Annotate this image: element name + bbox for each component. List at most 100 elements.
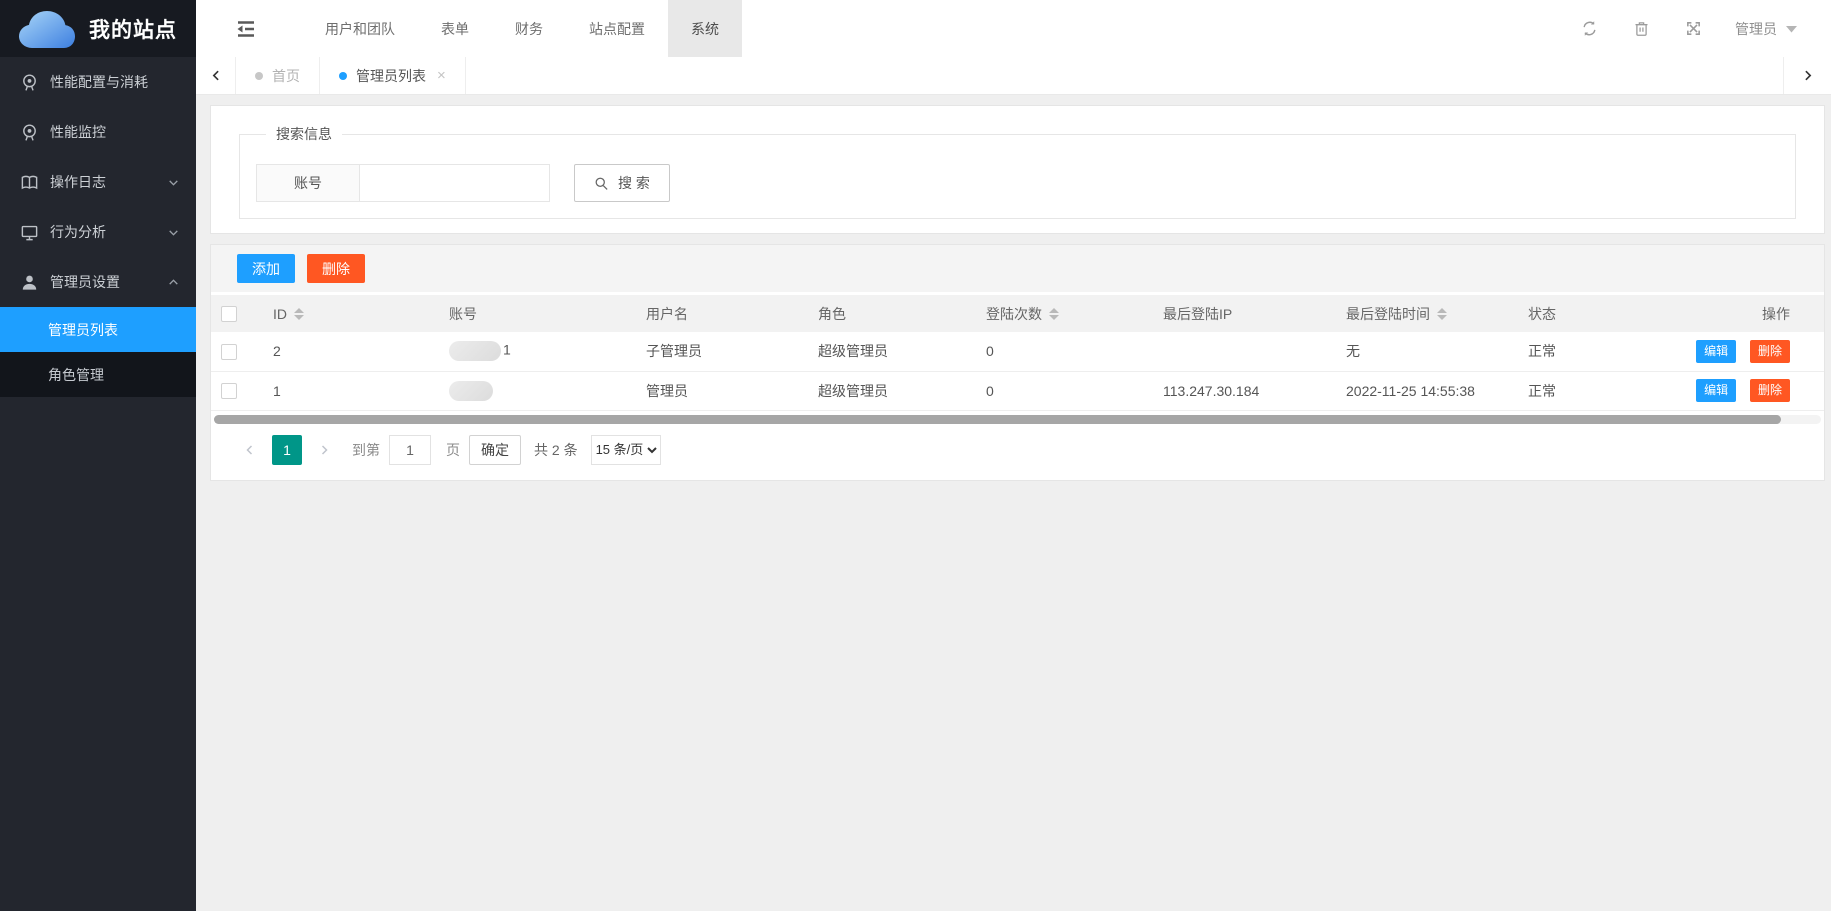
nav-item-finance[interactable]: 财务 <box>492 0 566 57</box>
brand-logo: 我的站点 <box>0 0 196 57</box>
broadcast-icon <box>20 123 39 142</box>
sort-id-icon[interactable] <box>294 308 304 320</box>
sort-last-time-icon[interactable] <box>1437 308 1447 320</box>
cloud-logo-icon <box>18 10 76 48</box>
table-row: 2 1 子管理员 超级管理员 0 无 正常 编辑 删除 <box>211 332 1824 371</box>
nav-item-system[interactable]: 系统 <box>668 0 742 57</box>
search-button-label: 搜 索 <box>618 173 650 193</box>
trash-icon <box>1633 20 1650 37</box>
nav-item-label: 站点配置 <box>589 19 645 39</box>
cell-login-count: 0 <box>976 332 1153 371</box>
cell-username: 子管理员 <box>636 332 808 371</box>
delete-row-button[interactable]: 删除 <box>1750 340 1790 363</box>
search-icon <box>594 176 609 191</box>
clear-cache-button[interactable] <box>1615 20 1667 37</box>
add-button[interactable]: 添加 <box>237 254 295 283</box>
column-header-id: ID <box>273 306 287 322</box>
column-header-account: 账号 <box>439 295 636 332</box>
user-menu[interactable]: 管理员 <box>1719 19 1813 39</box>
sidebar-item-operation-log[interactable]: 操作日志 <box>0 157 196 207</box>
cell-login-count: 0 <box>976 371 1153 410</box>
column-header-role: 角色 <box>808 295 976 332</box>
sidebar-item-label: 操作日志 <box>50 172 106 192</box>
nav-item-users-teams[interactable]: 用户和团队 <box>302 0 418 57</box>
nav-item-forms[interactable]: 表单 <box>418 0 492 57</box>
topbar-right-actions: 管理员 <box>1563 0 1831 57</box>
search-button[interactable]: 搜 索 <box>574 164 670 202</box>
fullscreen-icon <box>1685 20 1702 37</box>
column-header-status: 状态 <box>1518 295 1661 332</box>
horizontal-scrollbar-thumb[interactable] <box>214 415 1781 424</box>
refresh-icon <box>1581 20 1598 37</box>
prev-page-button[interactable] <box>237 435 263 465</box>
goto-page-suffix: 页 <box>446 440 460 460</box>
account-input-group: 账号 <box>256 164 550 202</box>
tab-home[interactable]: 首页 <box>235 57 320 94</box>
fullscreen-button[interactable] <box>1667 20 1719 37</box>
row-checkbox[interactable] <box>221 383 237 399</box>
tab-admin-list[interactable]: 管理员列表 × <box>319 57 466 94</box>
account-input[interactable] <box>360 164 550 202</box>
chevron-right-icon <box>1801 69 1814 82</box>
delete-button[interactable]: 删除 <box>307 254 365 283</box>
user-name: 管理员 <box>1735 19 1777 39</box>
sidebar-item-performance-monitor[interactable]: 性能监控 <box>0 107 196 157</box>
collapse-sidebar-icon[interactable] <box>234 17 258 41</box>
sidebar-item-admin-settings[interactable]: 管理员设置 <box>0 257 196 307</box>
site-title: 我的站点 <box>89 14 177 44</box>
cell-last-time: 2022-11-25 14:55:38 <box>1336 371 1518 410</box>
submenu-item-admin-list[interactable]: 管理员列表 <box>0 307 196 352</box>
goto-confirm-button[interactable]: 确定 <box>469 435 521 465</box>
admin-table-panel: 添加 删除 ID 账号 用户名 角色 登陆次数 最后登陆IP 最后登陆时间 <box>210 244 1825 481</box>
cell-status: 正常 <box>1518 332 1661 371</box>
goto-page-input[interactable] <box>389 435 431 465</box>
select-all-checkbox[interactable] <box>221 306 237 322</box>
sidebar-item-label: 性能监控 <box>50 122 106 142</box>
monitor-icon <box>20 223 39 242</box>
delete-row-button[interactable]: 删除 <box>1750 379 1790 402</box>
sidebar-item-performance-config[interactable]: 性能配置与消耗 <box>0 57 196 107</box>
chevron-up-icon <box>167 276 180 289</box>
topbar: 用户和团队 表单 财务 站点配置 系统 管理员 <box>196 0 1831 57</box>
submenu-item-label: 管理员列表 <box>48 320 118 340</box>
total-count-label: 共 2 条 <box>534 440 578 460</box>
cell-status: 正常 <box>1518 371 1661 410</box>
column-header-actions: 操作 <box>1661 295 1824 332</box>
sidebar-item-behavior-analysis[interactable]: 行为分析 <box>0 207 196 257</box>
refresh-button[interactable] <box>1563 20 1615 37</box>
caret-down-icon <box>1786 25 1797 33</box>
cell-id: 2 <box>263 332 439 371</box>
tab-label: 管理员列表 <box>356 66 426 86</box>
table-toolbar: 添加 删除 <box>211 245 1824 292</box>
nav-item-label: 用户和团队 <box>325 19 395 39</box>
cell-last-ip <box>1153 332 1336 371</box>
tabs-scroll-left-button[interactable] <box>196 57 236 94</box>
sort-login-count-icon[interactable] <box>1049 308 1059 320</box>
next-page-button[interactable] <box>311 435 337 465</box>
tabs-scroll-right-button[interactable] <box>1783 57 1831 94</box>
search-fieldset: 搜索信息 账号 搜 索 <box>239 124 1796 219</box>
nav-item-site-config[interactable]: 站点配置 <box>566 0 668 57</box>
submenu-item-role-management[interactable]: 角色管理 <box>0 352 196 397</box>
page-size-select[interactable]: 15 条/页 <box>591 435 661 465</box>
cell-id: 1 <box>263 371 439 410</box>
sidebar-item-label: 性能配置与消耗 <box>50 72 148 92</box>
account-visible-text: 1 <box>503 342 511 358</box>
edit-row-button[interactable]: 编辑 <box>1696 379 1736 402</box>
cell-account <box>439 371 636 410</box>
column-header-username: 用户名 <box>636 295 808 332</box>
tab-close-icon[interactable]: × <box>437 67 446 84</box>
top-navigation: 用户和团队 表单 财务 站点配置 系统 <box>302 0 742 57</box>
cell-last-ip: 113.247.30.184 <box>1153 371 1336 410</box>
cell-username: 管理员 <box>636 371 808 410</box>
page-number-active[interactable]: 1 <box>272 435 302 465</box>
tab-bar: 首页 管理员列表 × <box>196 57 1831 95</box>
search-legend: 搜索信息 <box>266 124 342 144</box>
edit-row-button[interactable]: 编辑 <box>1696 340 1736 363</box>
sidebar-item-label: 管理员设置 <box>50 272 120 292</box>
tab-label: 首页 <box>272 66 300 86</box>
main-content: 搜索信息 账号 搜 索 添加 删除 <box>196 95 1831 911</box>
book-icon <box>20 173 39 192</box>
row-checkbox[interactable] <box>221 344 237 360</box>
tab-dot-active <box>339 72 347 80</box>
